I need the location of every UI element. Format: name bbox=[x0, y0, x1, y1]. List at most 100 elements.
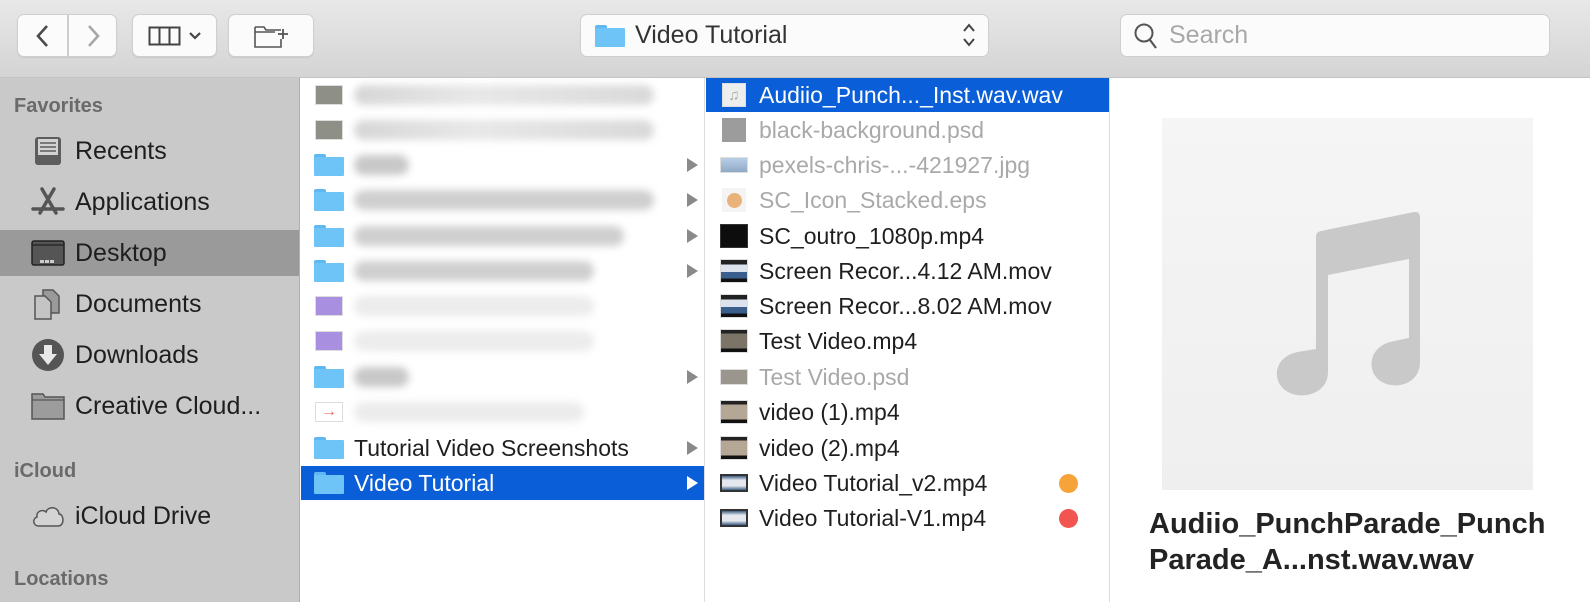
downloads-icon bbox=[30, 337, 66, 373]
list-item[interactable] bbox=[301, 183, 704, 217]
disclosure-arrow-icon bbox=[687, 158, 698, 172]
toolbar: Video Tutorial bbox=[0, 0, 1590, 78]
new-folder-icon bbox=[254, 25, 288, 48]
sidebar-item-icloud-drive[interactable]: iCloud Drive bbox=[0, 493, 299, 539]
disclosure-arrow-icon bbox=[687, 193, 698, 207]
sidebar-item-label: Applications bbox=[75, 187, 210, 216]
list-item[interactable]: Test Video.mp4 bbox=[706, 324, 1109, 358]
sidebar-heading-favorites: Favorites bbox=[14, 95, 103, 117]
list-item[interactable]: → bbox=[301, 395, 704, 429]
orange-tag-icon bbox=[1059, 473, 1078, 493]
column-view-icon bbox=[148, 26, 180, 45]
list-item[interactable] bbox=[301, 360, 704, 394]
filename: Test Video.psd bbox=[759, 363, 910, 390]
preview-filename: Audiio_PunchParade_PunchParade_A...nst.w… bbox=[1149, 508, 1546, 576]
sidebar-item-label: Downloads bbox=[75, 340, 199, 369]
search-field[interactable] bbox=[1120, 14, 1550, 57]
sidebar-item-creative-cloud[interactable]: Creative Cloud... bbox=[0, 383, 299, 429]
image-file-icon bbox=[314, 294, 344, 318]
new-folder-button[interactable] bbox=[228, 14, 314, 57]
list-item[interactable]: SC_Icon_Stacked.eps bbox=[706, 183, 1109, 217]
sidebar-item-label: iCloud Drive bbox=[75, 501, 212, 530]
blurred-filename bbox=[354, 367, 409, 387]
list-item[interactable]: Screen Recor...8.02 AM.mov bbox=[706, 289, 1109, 323]
list-item[interactable]: black-background.psd bbox=[706, 113, 1109, 147]
folder-icon bbox=[314, 259, 344, 283]
filename: black-background.psd bbox=[759, 116, 985, 143]
sidebar-heading-locations: Locations bbox=[14, 568, 109, 590]
filename: Screen Recor...4.12 AM.mov bbox=[759, 257, 1052, 284]
image-file-icon bbox=[314, 329, 344, 353]
audio-file-icon: ♫ bbox=[719, 83, 749, 107]
list-item[interactable]: SC_outro_1080p.mp4 bbox=[706, 219, 1109, 253]
sidebar-item-label: Desktop bbox=[75, 238, 167, 267]
image-file-icon bbox=[314, 83, 344, 107]
up-down-chevron-icon bbox=[962, 22, 976, 50]
sidebar-item-recents[interactable]: Recents bbox=[0, 128, 299, 174]
path-popup-button[interactable]: Video Tutorial bbox=[580, 14, 989, 57]
documents-icon bbox=[30, 286, 66, 322]
sidebar-item-downloads[interactable]: Downloads bbox=[0, 332, 299, 378]
list-item[interactable]: Screen Recor...4.12 AM.mov bbox=[706, 254, 1109, 288]
disclosure-arrow-icon bbox=[687, 476, 698, 490]
blurred-filename bbox=[354, 331, 594, 351]
sidebar: Favorites Recents Applications Desktop D… bbox=[0, 78, 300, 602]
blurred-filename bbox=[354, 120, 654, 140]
folder-icon bbox=[30, 388, 66, 424]
blurred-filename bbox=[354, 296, 594, 316]
chevron-left-icon bbox=[35, 24, 48, 47]
jpg-file-icon bbox=[719, 153, 749, 177]
list-item[interactable] bbox=[301, 113, 704, 147]
list-item[interactable]: pexels-chris-...-421927.jpg bbox=[706, 148, 1109, 182]
list-item[interactable] bbox=[301, 148, 704, 182]
list-item[interactable] bbox=[301, 254, 704, 288]
column-video-tutorial: ♫ Audiio_Punch..._Inst.wav.wav black-bac… bbox=[706, 78, 1110, 602]
list-item[interactable]: video (1).mp4 bbox=[706, 395, 1109, 429]
path-popup-label: Video Tutorial bbox=[635, 21, 788, 49]
sidebar-item-applications[interactable]: Applications bbox=[0, 179, 299, 225]
forward-button[interactable] bbox=[68, 14, 117, 57]
image-file-icon bbox=[314, 118, 344, 142]
sidebar-item-documents[interactable]: Documents bbox=[0, 281, 299, 327]
list-item[interactable]: Video Tutorial-V1.mp4 bbox=[706, 501, 1109, 535]
list-item[interactable] bbox=[301, 289, 704, 323]
sidebar-item-label: Creative Cloud... bbox=[75, 391, 262, 420]
filename: Video Tutorial_v2.mp4 bbox=[759, 469, 988, 496]
search-icon bbox=[1134, 23, 1157, 49]
list-item-video-tutorial[interactable]: Video Tutorial bbox=[301, 466, 704, 500]
folder-icon bbox=[314, 224, 344, 248]
blurred-filename bbox=[354, 402, 584, 422]
filename: Screen Recor...8.02 AM.mov bbox=[759, 292, 1052, 319]
folder-icon bbox=[314, 153, 344, 177]
list-item-tutorial-video-screenshots[interactable]: Tutorial Video Screenshots bbox=[301, 431, 704, 465]
view-options-button[interactable] bbox=[132, 14, 217, 57]
video-file-icon bbox=[719, 294, 749, 318]
eps-file-icon bbox=[719, 188, 749, 212]
desktop-icon bbox=[30, 235, 66, 271]
chevron-down-icon bbox=[188, 31, 201, 40]
sidebar-item-label: Documents bbox=[75, 289, 202, 318]
list-item[interactable]: Video Tutorial_v2.mp4 bbox=[706, 466, 1109, 500]
list-item[interactable] bbox=[301, 219, 704, 253]
column-desktop: → Tutorial Video Screenshots Video Tutor… bbox=[301, 78, 705, 602]
search-input[interactable] bbox=[1167, 20, 1531, 51]
list-item[interactable]: video (2).mp4 bbox=[706, 431, 1109, 465]
blurred-filename bbox=[354, 190, 654, 210]
red-tag-icon bbox=[1059, 508, 1078, 528]
list-item-audio[interactable]: ♫ Audiio_Punch..._Inst.wav.wav bbox=[706, 78, 1109, 112]
sidebar-heading-icloud: iCloud bbox=[14, 460, 77, 482]
list-item[interactable] bbox=[301, 324, 704, 358]
music-note-icon bbox=[1276, 211, 1420, 395]
list-item[interactable] bbox=[301, 78, 704, 112]
psd-file-icon bbox=[719, 118, 749, 142]
video-file-icon bbox=[719, 471, 749, 495]
list-item[interactable]: Test Video.psd bbox=[706, 360, 1109, 394]
cloud-icon bbox=[30, 498, 66, 534]
blurred-filename bbox=[354, 155, 409, 175]
video-file-icon bbox=[719, 259, 749, 283]
sidebar-item-desktop[interactable]: Desktop bbox=[0, 230, 299, 276]
filename: Audiio_Punch..._Inst.wav.wav bbox=[759, 81, 1063, 108]
video-file-icon bbox=[719, 329, 749, 353]
folder-icon bbox=[314, 188, 344, 212]
back-button[interactable] bbox=[17, 14, 68, 57]
